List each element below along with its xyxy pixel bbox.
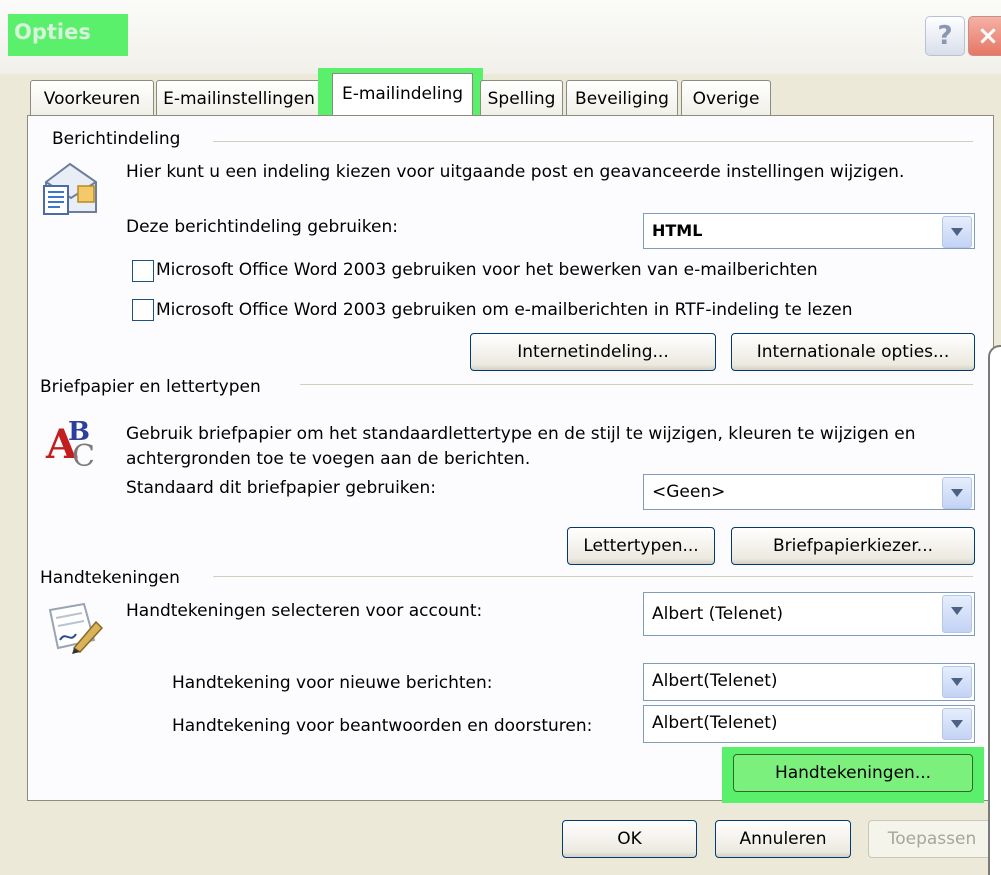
message-format-select[interactable]: HTML (643, 213, 975, 249)
stationery-value: <Geen> (652, 482, 726, 502)
reply-signature-select[interactable]: Albert(Telenet) (643, 705, 975, 743)
internet-format-button[interactable]: Internetindeling... (470, 333, 716, 371)
chevron-down-icon[interactable] (942, 595, 972, 633)
berichtindeling-description: Hier kunt u een indeling kiezen voor uit… (126, 162, 905, 182)
international-options-button[interactable]: Internationale opties... (731, 333, 975, 371)
section-divider (213, 576, 973, 577)
section-divider (300, 384, 973, 385)
stationery-label: Standaard dit briefpapier gebruiken: (126, 478, 436, 498)
section-title-berichtindeling: Berichtindeling (52, 129, 181, 149)
close-button[interactable]: × (968, 16, 1001, 56)
new-signature-value: Albert(Telenet) (652, 671, 778, 691)
apply-button[interactable]: Toepassen (868, 820, 996, 858)
help-icon: ? (937, 21, 953, 51)
word-rtf-checkbox[interactable] (132, 299, 154, 321)
section-title-handtekeningen: Handtekeningen (40, 568, 180, 588)
word-edit-checkbox[interactable] (132, 260, 154, 282)
cancel-button[interactable]: Annuleren (715, 820, 851, 858)
chevron-down-icon[interactable] (942, 708, 972, 740)
new-signature-label: Handtekening voor nieuwe berichten: (172, 673, 493, 693)
chevron-down-icon[interactable] (942, 666, 972, 698)
tab-spelling[interactable]: Spelling (480, 80, 563, 116)
help-button[interactable]: ? (925, 16, 965, 56)
tab-e-mailindeling[interactable]: E-mailindeling (332, 73, 473, 119)
window-edge-scrollbar[interactable] (988, 345, 1001, 875)
reply-signature-value: Albert(Telenet) (652, 713, 778, 733)
tab-beveiliging[interactable]: Beveiliging (566, 80, 678, 116)
message-format-value: HTML (652, 221, 703, 240)
tab-voorkeuren[interactable]: Voorkeuren (30, 80, 154, 116)
stationery-fonts-icon: A B C (44, 414, 106, 474)
account-value: Albert (Telenet) (652, 604, 783, 624)
new-signature-select[interactable]: Albert(Telenet) (643, 663, 975, 701)
window-title: Opties (14, 20, 91, 44)
tab-overige[interactable]: Overige (681, 80, 771, 116)
tab-e-mailinstellingen[interactable]: E-mailinstellingen (156, 80, 322, 116)
format-label: Deze berichtindeling gebruiken: (126, 217, 398, 237)
section-title-briefpapier: Briefpapier en lettertypen (40, 377, 261, 397)
chevron-down-icon[interactable] (942, 216, 972, 248)
word-edit-label: Microsoft Office Word 2003 gebruiken voo… (156, 260, 818, 280)
close-icon: × (977, 21, 999, 51)
word-rtf-label: Microsoft Office Word 2003 gebruiken om … (156, 300, 853, 320)
chevron-down-icon[interactable] (942, 477, 972, 509)
stationery-picker-button[interactable]: Briefpapierkiezer... (731, 527, 975, 565)
ok-button[interactable]: OK (562, 820, 697, 858)
briefpapier-description-line1: Gebruik briefpapier om het standaardlett… (126, 424, 916, 444)
message-format-icon (38, 160, 102, 218)
account-signature-label: Handtekeningen selecteren voor account: (126, 601, 483, 621)
signature-icon (44, 600, 106, 654)
svg-text:C: C (72, 439, 95, 470)
signatures-button[interactable]: Handtekeningen... (733, 754, 973, 792)
reply-signature-label: Handtekening voor beantwoorden en doorst… (172, 716, 593, 736)
section-divider (213, 141, 973, 142)
stationery-select[interactable]: <Geen> (643, 474, 975, 510)
briefpapier-description-line2: achtergronden toe te voegen aan de beric… (126, 449, 531, 469)
fonts-button[interactable]: Lettertypen... (567, 527, 715, 565)
account-select[interactable]: Albert (Telenet) (643, 592, 975, 636)
title-bar[interactable] (0, 0, 1001, 74)
